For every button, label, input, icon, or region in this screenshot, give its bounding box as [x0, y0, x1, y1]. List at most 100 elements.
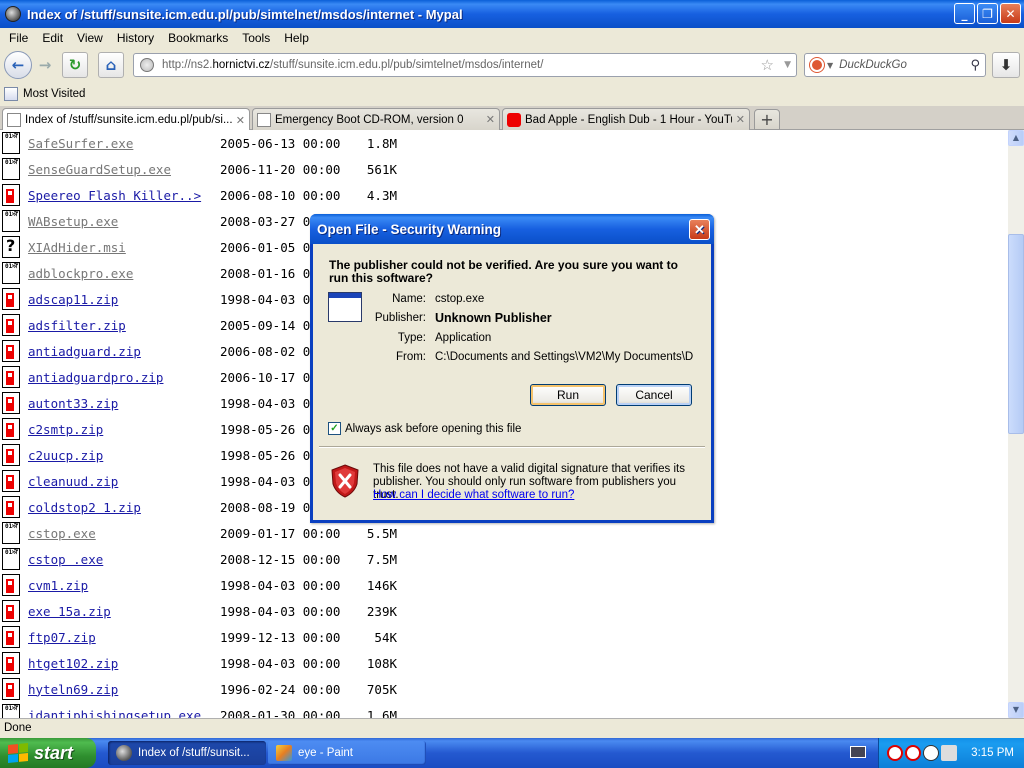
search-input[interactable]: DuckDuckGo	[839, 59, 907, 71]
file-link[interactable]: adsfilter.zip	[28, 318, 126, 333]
file-link[interactable]: adblockpro.exe	[28, 266, 133, 281]
duckduckgo-icon[interactable]	[810, 58, 824, 72]
taskbar-item-paint[interactable]: eye - Paint	[268, 741, 426, 765]
file-link[interactable]: htget102.zip	[28, 656, 118, 671]
vertical-scrollbar[interactable]: ▲ ▼	[1008, 130, 1024, 718]
archive-file-icon	[2, 678, 20, 700]
file-link[interactable]: cstop.exe	[28, 526, 96, 541]
menu-file[interactable]: File	[2, 31, 35, 45]
security-icon[interactable]	[923, 745, 939, 761]
file-link[interactable]: autont33.zip	[28, 396, 118, 411]
type-value: Application	[435, 332, 492, 344]
file-link[interactable]: adscap11.zip	[28, 292, 118, 307]
start-button[interactable]: start	[0, 738, 96, 768]
bookmark-star-icon[interactable]: ☆	[761, 56, 774, 74]
close-button[interactable]: ✕	[1000, 3, 1021, 24]
file-link[interactable]: idantiphishingsetup.exe	[28, 708, 201, 719]
file-link[interactable]: exe 15a.zip	[28, 604, 111, 619]
tab-close-icon[interactable]: ✕	[486, 113, 495, 126]
file-link[interactable]: SafeSurfer.exe	[28, 136, 133, 151]
archive-file-icon	[2, 314, 20, 336]
scroll-down-arrow[interactable]: ▼	[1008, 702, 1024, 718]
file-link[interactable]: hyteln69.zip	[28, 682, 118, 697]
file-link[interactable]: SenseGuardSetup.exe	[28, 162, 171, 177]
archive-file-icon	[2, 626, 20, 648]
file-date: 1996-02-24 00:00	[220, 681, 341, 697]
unknown-file-icon	[2, 236, 20, 258]
file-link[interactable]: Speereo Flash Killer..>	[28, 188, 201, 203]
file-link[interactable]: WABsetup.exe	[28, 214, 118, 229]
restore-button[interactable]: ❐	[977, 3, 998, 24]
url-bar[interactable]: http://ns2.hornictvi.cz/stuff/sunsite.ic…	[133, 53, 797, 77]
always-ask-checkbox[interactable]: ✓ Always ask before opening this file	[328, 422, 521, 435]
tab-label: Index of /stuff/sunsite.icm.edu.pl/pub/s…	[25, 114, 232, 126]
binary-file-icon	[2, 262, 20, 284]
file-link[interactable]: coldstop2 1.zip	[28, 500, 141, 515]
volume-icon[interactable]	[941, 745, 957, 761]
file-link[interactable]: XIAdHider.msi	[28, 240, 126, 255]
window-title: Index of /stuff/sunsite.icm.edu.pl/pub/s…	[27, 6, 463, 22]
binary-file-icon	[2, 210, 20, 232]
file-size: 239K	[366, 603, 397, 619]
file-date: 1998-04-03 00:00	[220, 655, 341, 671]
window-title-bar[interactable]: Index of /stuff/sunsite.icm.edu.pl/pub/s…	[0, 0, 1024, 28]
file-link[interactable]: c2smtp.zip	[28, 422, 103, 437]
reload-button[interactable]: ↻	[62, 52, 88, 78]
publisher-value: Unknown Publisher	[435, 311, 552, 325]
search-engine-dropdown-icon[interactable]: ▼	[827, 61, 833, 70]
checkbox-check-icon[interactable]: ✓	[328, 422, 341, 435]
tab-youtube[interactable]: Bad Apple - English Dub - 1 Hour - YouTu…	[502, 108, 750, 130]
new-tab-button[interactable]: +	[754, 109, 780, 130]
url-history-dropdown-icon[interactable]: ▼	[784, 60, 791, 70]
scroll-thumb[interactable]	[1008, 234, 1024, 434]
taskbar-item-browser[interactable]: Index of /stuff/sunsit...	[108, 741, 266, 765]
tab-index[interactable]: Index of /stuff/sunsite.icm.edu.pl/pub/s…	[2, 108, 250, 131]
menu-view[interactable]: View	[70, 31, 110, 45]
search-bar[interactable]: ▼ DuckDuckGo ⚲	[804, 53, 986, 77]
home-button[interactable]: ⌂	[98, 52, 124, 78]
menu-bar: File Edit View History Bookmarks Tools H…	[0, 28, 1024, 48]
file-link[interactable]: cleanuud.zip	[28, 474, 118, 489]
forward-button[interactable]: →	[34, 52, 56, 78]
menu-tools[interactable]: Tools	[235, 31, 277, 45]
file-link[interactable]: cstop .exe	[28, 552, 103, 567]
archive-file-icon	[2, 392, 20, 414]
tab-emergency-boot[interactable]: Emergency Boot CD-ROM, version 0 ✕	[252, 108, 500, 130]
file-link[interactable]: c2uucp.zip	[28, 448, 103, 463]
status-bar: Done	[0, 718, 1024, 738]
archive-file-icon	[2, 288, 20, 310]
table-row: exe 15a.zip 1998-04-03 00:00 239K	[0, 598, 600, 624]
minimize-button[interactable]: _	[954, 3, 975, 24]
file-date: 1998-04-03 00:00	[220, 577, 341, 593]
no-sign-icon[interactable]	[905, 745, 921, 761]
file-link[interactable]: cvm1.zip	[28, 578, 88, 593]
page-icon	[257, 112, 271, 127]
back-button[interactable]: ←	[4, 51, 32, 79]
menu-history[interactable]: History	[110, 31, 161, 45]
bookmark-folder-icon	[4, 87, 18, 101]
keyboard-layout-icon[interactable]	[850, 746, 866, 758]
search-icon[interactable]: ⚲	[970, 58, 980, 73]
binary-file-icon	[2, 548, 20, 570]
file-date: 2009-01-17 00:00	[220, 525, 341, 541]
paint-icon	[276, 745, 292, 761]
downloads-button[interactable]: ⬇	[992, 52, 1020, 78]
file-link[interactable]: ftp07.zip	[28, 630, 96, 645]
file-link[interactable]: antiadguardpro.zip	[28, 370, 163, 385]
menu-edit[interactable]: Edit	[35, 31, 70, 45]
tab-close-icon[interactable]: ✕	[736, 113, 745, 126]
run-button[interactable]: Run	[530, 384, 606, 406]
tab-close-icon[interactable]: ✕	[236, 114, 245, 127]
dialog-close-button[interactable]: ✕	[689, 219, 710, 240]
bookmark-most-visited[interactable]: Most Visited	[23, 88, 85, 100]
table-row: cstop.exe 2009-01-17 00:00 5.5M	[0, 520, 600, 546]
archive-file-icon	[2, 418, 20, 440]
file-link[interactable]: antiadguard.zip	[28, 344, 141, 359]
dialog-title-bar[interactable]: Open File - Security Warning ✕	[310, 214, 714, 244]
menu-bookmarks[interactable]: Bookmarks	[161, 31, 235, 45]
help-link[interactable]: How can I decide what software to run?	[373, 489, 574, 501]
no-sign-icon[interactable]	[887, 745, 903, 761]
cancel-button[interactable]: Cancel	[616, 384, 692, 406]
scroll-up-arrow[interactable]: ▲	[1008, 130, 1024, 146]
menu-help[interactable]: Help	[277, 31, 316, 45]
